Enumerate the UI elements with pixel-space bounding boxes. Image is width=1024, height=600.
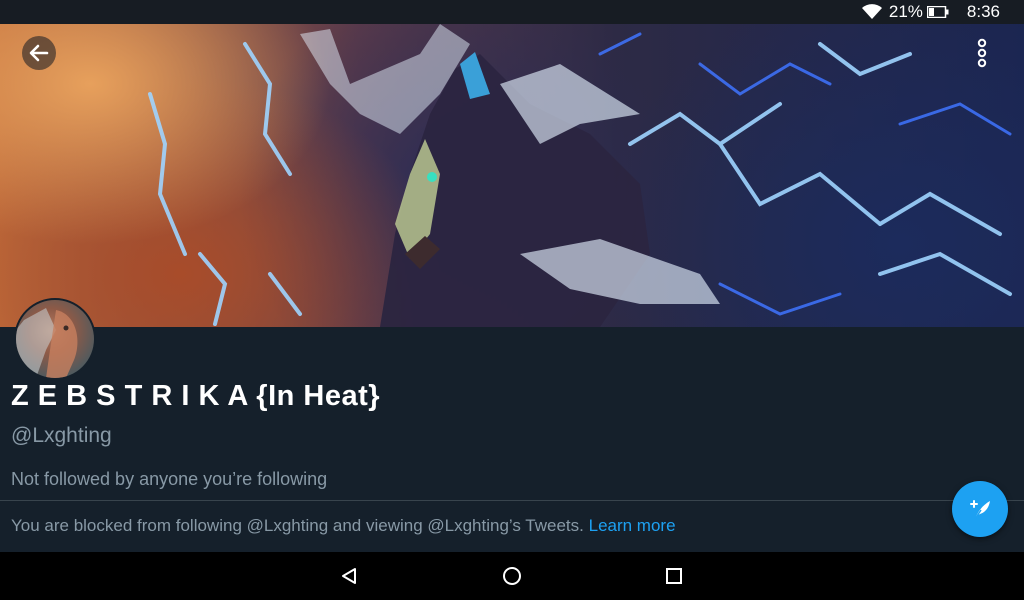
- profile-avatar[interactable]: [14, 298, 96, 380]
- avatar-image: [16, 308, 78, 378]
- back-triangle-icon: [342, 568, 356, 584]
- banner-artwork: [148, 24, 1012, 327]
- battery-percent: 21%: [888, 2, 923, 21]
- home-circle-icon: [503, 567, 521, 585]
- clock: 8:36: [966, 2, 1000, 21]
- blocked-notice: You are blocked from following @Lxghting…: [11, 516, 676, 536]
- system-nav-bar: [0, 552, 1024, 600]
- nav-home-button[interactable]: [500, 564, 524, 588]
- recents-square-icon: [666, 568, 682, 584]
- profile-display-name: Z E B S T R I K A {In Heat}: [11, 380, 381, 412]
- wifi-icon: [861, 4, 882, 19]
- arrow-left-icon: [29, 44, 49, 62]
- status-bar: 21% 8:36: [0, 0, 1024, 24]
- learn-more-link[interactable]: Learn more: [589, 516, 676, 535]
- followed-by-text: Not followed by anyone you’re following: [11, 469, 328, 489]
- compose-tweet-icon: [970, 500, 990, 520]
- more-vertical-icon: [977, 38, 987, 68]
- more-options-button[interactable]: [966, 36, 998, 70]
- profile-handle: @Lxghting: [11, 424, 112, 447]
- blocked-notice-text: You are blocked from following @Lxghting…: [11, 516, 584, 535]
- nav-back-button[interactable]: [337, 564, 361, 588]
- compose-tweet-button[interactable]: [952, 481, 1008, 537]
- divider: [0, 500, 1024, 501]
- profile-banner[interactable]: [0, 24, 1024, 327]
- back-button[interactable]: [22, 36, 56, 70]
- nav-recents-button[interactable]: [662, 564, 686, 588]
- battery-icon: [926, 6, 949, 18]
